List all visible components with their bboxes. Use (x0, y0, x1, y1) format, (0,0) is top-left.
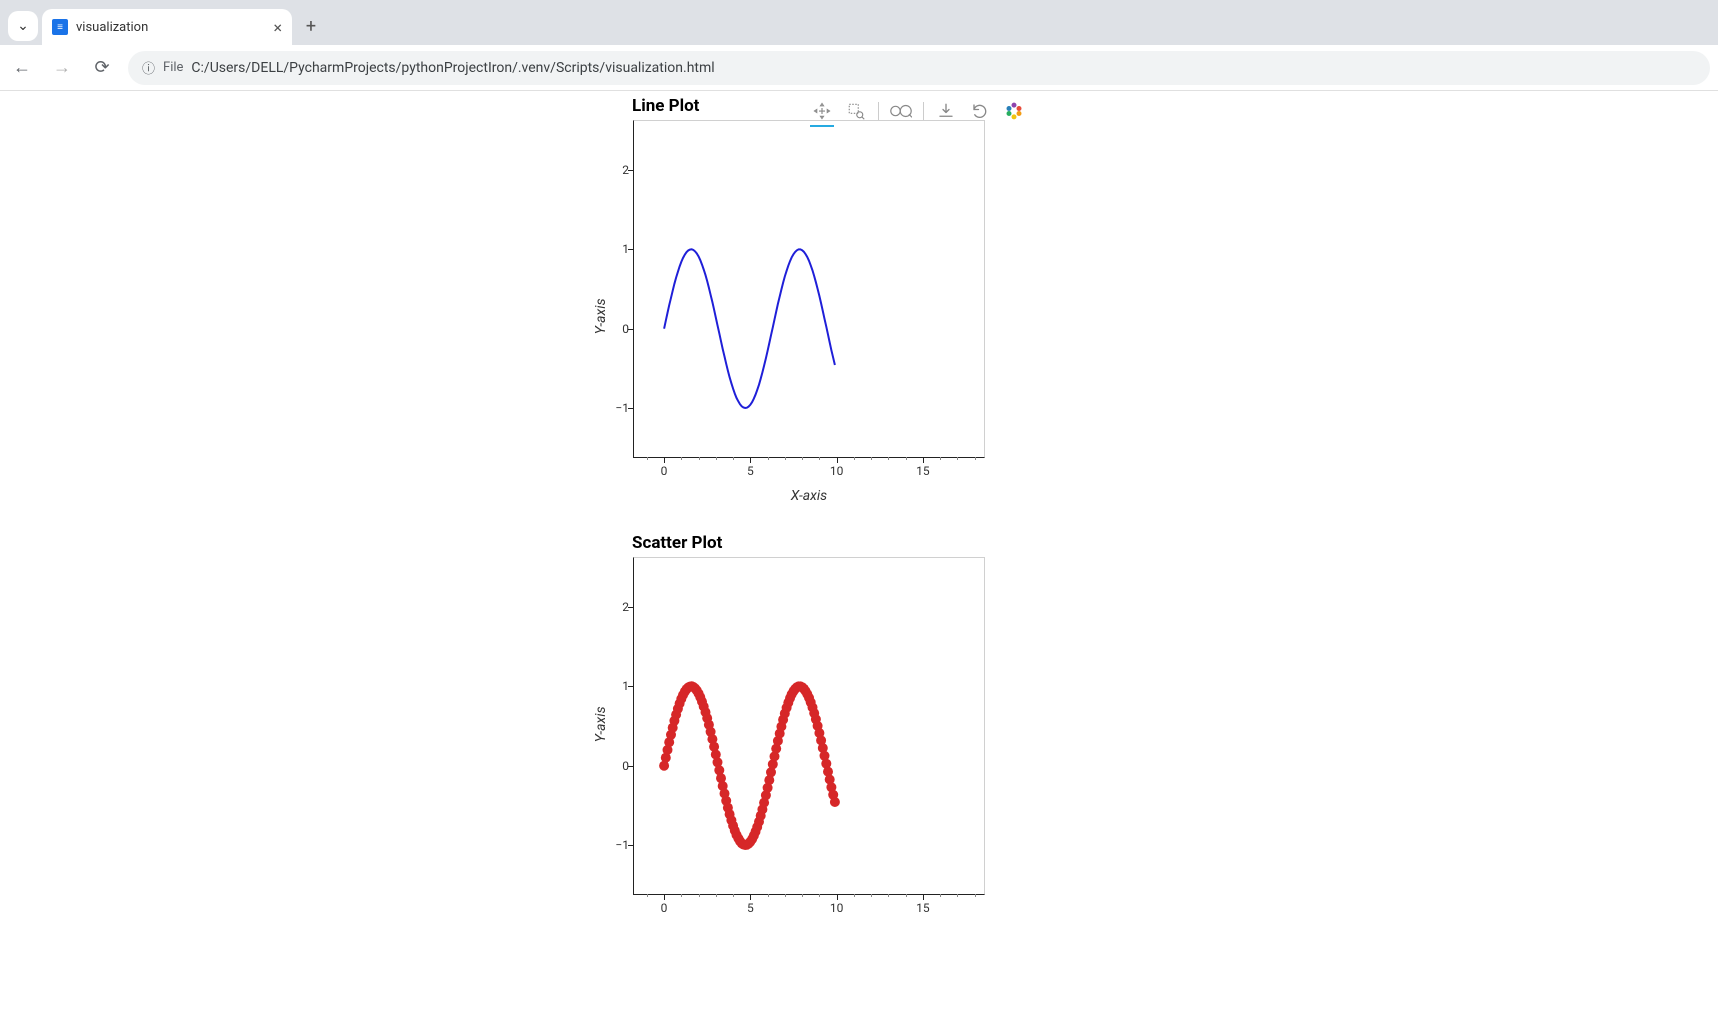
plot-frame[interactable]: Y-axis X-axis −1012051015 (575, 120, 985, 515)
tab-title: visualization (76, 20, 265, 35)
x-tick-label: 10 (822, 464, 852, 478)
y-tick-label: 2 (599, 600, 629, 614)
x-tick-label: 5 (735, 901, 765, 915)
x-tick-label: 0 (649, 901, 679, 915)
favicon-icon: ≡ (52, 19, 68, 35)
plus-icon: + (306, 16, 316, 37)
y-axis-label: Y-axis (593, 706, 609, 742)
y-tick-label: 1 (599, 679, 629, 693)
y-tick-label: −1 (599, 401, 629, 415)
x-tick-label: 10 (822, 901, 852, 915)
file-badge: File (163, 60, 183, 75)
y-tick-label: 2 (599, 163, 629, 177)
scatter-plot: Scatter Plot Y-axis −1012051015 (575, 533, 1005, 895)
toolbar-separator (923, 102, 924, 120)
y-tick-label: −1 (599, 838, 629, 852)
plot-frame[interactable]: Y-axis −1012051015 (575, 557, 985, 895)
plot-title: Scatter Plot (632, 533, 1005, 553)
arrow-left-icon: ← (13, 57, 31, 78)
x-tick-label: 0 (649, 464, 679, 478)
info-icon[interactable]: ⓘ (142, 58, 155, 77)
reset-icon (971, 102, 989, 120)
browser-toolbar: ← → ⟳ ⓘ File C:/Users/DELL/PycharmProjec… (0, 45, 1718, 91)
line-plot-svg (633, 120, 985, 458)
tab-search-button[interactable]: ⌄ (8, 11, 38, 41)
browser-tab[interactable]: ≡ visualization × (42, 9, 292, 45)
close-tab-button[interactable]: × (273, 18, 282, 37)
x-tick-label: 5 (735, 464, 765, 478)
box-zoom-icon (847, 102, 865, 120)
wheel-zoom-icon (890, 102, 912, 120)
scatter-plot-svg (633, 557, 985, 895)
bokeh-logo-icon (1004, 101, 1024, 121)
download-icon (937, 102, 955, 120)
bokeh-logo-button[interactable] (1002, 99, 1026, 123)
reload-icon: ⟳ (94, 57, 109, 78)
url-text: C:/Users/DELL/PycharmProjects/pythonProj… (191, 60, 714, 76)
page-content: Line Plot Y-axis X-axis −1012051015 Scat… (0, 91, 1718, 1013)
x-tick-label: 15 (908, 464, 938, 478)
new-tab-button[interactable]: + (296, 11, 326, 41)
chevron-down-icon: ⌄ (17, 18, 29, 34)
y-tick-label: 0 (599, 759, 629, 773)
pan-icon (813, 102, 831, 120)
arrow-right-icon: → (53, 57, 71, 78)
y-tick-label: 1 (599, 242, 629, 256)
plot-column: Line Plot Y-axis X-axis −1012051015 Scat… (575, 96, 1005, 895)
line-plot: Line Plot Y-axis X-axis −1012051015 (575, 96, 1005, 515)
x-axis-label: X-axis (633, 488, 985, 504)
toolbar-separator (878, 102, 879, 120)
forward-button[interactable]: → (48, 54, 76, 82)
browser-tab-strip: ⌄ ≡ visualization × + (0, 0, 1718, 45)
address-bar[interactable]: ⓘ File C:/Users/DELL/PycharmProjects/pyt… (128, 51, 1710, 85)
reload-button[interactable]: ⟳ (88, 54, 116, 82)
x-tick-label: 15 (908, 901, 938, 915)
y-tick-label: 0 (599, 322, 629, 336)
back-button[interactable]: ← (8, 54, 36, 82)
